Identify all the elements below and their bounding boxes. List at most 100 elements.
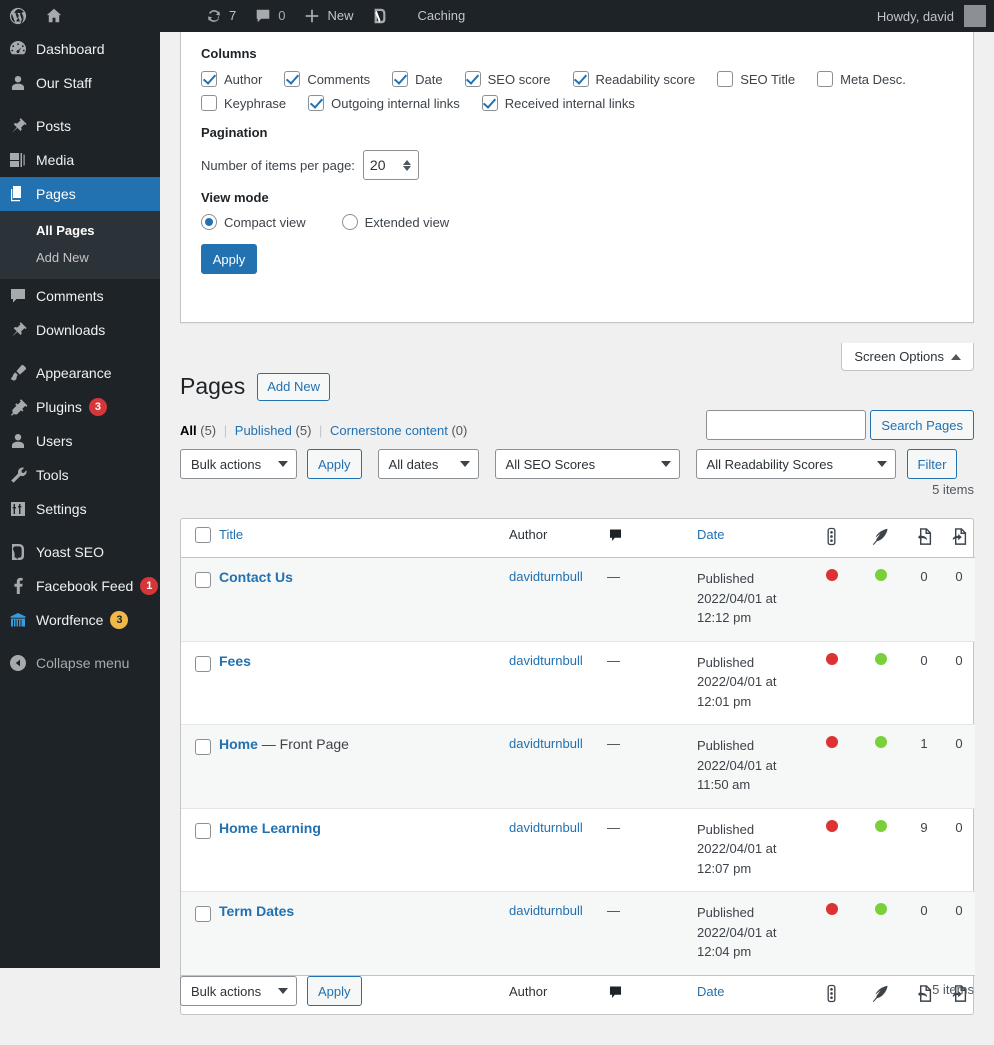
sidebar-item-pages[interactable]: Pages — [0, 177, 160, 211]
stepper-up-icon[interactable] — [403, 160, 411, 165]
sidebar-item-our-staff[interactable]: Our Staff — [0, 66, 160, 100]
view-link-all[interactable]: All — [180, 423, 197, 438]
search-pages-button[interactable]: Search Pages — [870, 410, 974, 440]
sidebar-item-comments[interactable]: Comments — [0, 279, 160, 313]
new-content-menu[interactable]: New — [294, 0, 362, 32]
wordpress-logo-menu[interactable] — [0, 0, 36, 32]
checkbox-meta-desc[interactable] — [817, 71, 833, 87]
column-header-outgoing-links[interactable] — [905, 519, 943, 558]
sidebar-item-downloads[interactable]: Downloads — [0, 313, 160, 347]
stepper-down-icon[interactable] — [403, 166, 411, 171]
view-mode-extended[interactable]: Extended view — [342, 214, 450, 230]
sidebar-item-posts[interactable]: Posts — [0, 109, 160, 143]
column-header-date[interactable]: Date — [697, 519, 807, 558]
column-toggle-meta-desc[interactable]: Meta Desc. — [817, 71, 906, 87]
add-new-button[interactable]: Add New — [257, 373, 330, 401]
page-title-link[interactable]: Term Dates — [219, 903, 294, 919]
author-link[interactable]: davidturnbull — [509, 736, 583, 751]
caching-menu[interactable]: Caching — [408, 0, 474, 32]
column-toggle-readability-score[interactable]: Readability score — [573, 71, 696, 87]
row-checkbox[interactable] — [195, 572, 211, 588]
filter-button[interactable]: Filter — [907, 449, 958, 479]
column-header-comments[interactable] — [607, 519, 697, 558]
row-checkbox[interactable] — [195, 656, 211, 672]
sidebar-item-media[interactable]: Media — [0, 143, 160, 177]
per-page-stepper[interactable] — [400, 160, 414, 171]
column-toggle-received-internal-links[interactable]: Received internal links — [482, 95, 635, 111]
author-link[interactable]: davidturnbull — [509, 903, 583, 918]
select-all-checkbox[interactable] — [195, 527, 211, 543]
sidebar-item-collapse-menu[interactable]: Collapse menu — [0, 646, 160, 680]
author-link[interactable]: davidturnbull — [509, 653, 583, 668]
updates-menu[interactable]: 7 — [196, 0, 245, 32]
checkbox-author[interactable] — [201, 71, 217, 87]
checkbox-date[interactable] — [392, 71, 408, 87]
sidebar-item-dashboard[interactable]: Dashboard — [0, 32, 160, 66]
sidebar-item-appearance[interactable]: Appearance — [0, 356, 160, 390]
comments-menu[interactable]: 0 — [245, 0, 294, 32]
column-header-seo-score[interactable] — [807, 519, 856, 558]
column-toggle-keyphrase[interactable]: Keyphrase — [201, 95, 286, 111]
view-link-cornerstone-content[interactable]: Cornerstone content — [330, 423, 448, 438]
sidebar-item-settings[interactable]: Settings — [0, 492, 160, 526]
sidebar-item-wordfence[interactable]: Wordfence 3 — [0, 603, 160, 637]
bulk-apply-button-bottom[interactable]: Apply — [307, 976, 362, 1006]
view-mode-compact[interactable]: Compact view — [201, 214, 306, 230]
column-toggle-seo-title[interactable]: SEO Title — [717, 71, 795, 87]
select-all-header[interactable] — [181, 519, 219, 558]
page-title-link[interactable]: Home — [219, 736, 258, 752]
author-link[interactable]: davidturnbull — [509, 569, 583, 584]
sidebar-item-yoast-seo[interactable]: Yoast SEO — [0, 535, 160, 569]
column-toggle-outgoing-internal-links[interactable]: Outgoing internal links — [308, 95, 460, 111]
sidebar-item-facebook-feed[interactable]: Facebook Feed 1 — [0, 569, 160, 603]
column-toggle-seo-score[interactable]: SEO score — [465, 71, 551, 87]
row-select-cell[interactable] — [181, 641, 219, 725]
radio-extended-view[interactable] — [342, 214, 358, 230]
site-name-menu[interactable] — [36, 0, 72, 32]
row-select-cell[interactable] — [181, 558, 219, 642]
row-checkbox[interactable] — [195, 906, 211, 922]
yoast-seo-menu[interactable] — [362, 0, 398, 32]
checkbox-keyphrase[interactable] — [201, 95, 217, 111]
outgoing-links-icon — [915, 527, 934, 546]
column-header-title[interactable]: Title — [219, 519, 509, 558]
row-select-cell[interactable] — [181, 808, 219, 892]
date-filter-select[interactable]: All dates — [378, 449, 479, 479]
column-toggle-author[interactable]: Author — [201, 71, 262, 87]
sidebar-subitem-all-pages[interactable]: All Pages — [0, 217, 160, 244]
checkbox-seo-title[interactable] — [717, 71, 733, 87]
search-input[interactable] — [706, 410, 866, 440]
sidebar-item-tools[interactable]: Tools — [0, 458, 160, 492]
radio-compact-view[interactable] — [201, 214, 217, 230]
per-page-input[interactable]: 20 — [363, 150, 419, 180]
checkbox-received-internal-links[interactable] — [482, 95, 498, 111]
column-header-incoming-links[interactable] — [943, 519, 975, 558]
row-select-cell[interactable] — [181, 725, 219, 809]
row-select-cell[interactable] — [181, 892, 219, 976]
column-toggle-date[interactable]: Date — [392, 71, 442, 87]
screen-options-tab[interactable]: Screen Options — [841, 343, 974, 371]
screen-options-apply-button[interactable]: Apply — [201, 244, 257, 274]
sidebar-subitem-add-new[interactable]: Add New — [0, 244, 160, 271]
column-header-readability-score[interactable] — [856, 519, 905, 558]
bulk-actions-select-bottom[interactable]: Bulk actions — [180, 976, 297, 1006]
bulk-actions-select-top[interactable]: Bulk actions — [180, 449, 297, 479]
checkbox-outgoing-internal-links[interactable] — [308, 95, 324, 111]
author-link[interactable]: davidturnbull — [509, 820, 583, 835]
sidebar-item-users[interactable]: Users — [0, 424, 160, 458]
checkbox-comments[interactable] — [284, 71, 300, 87]
sidebar-item-plugins[interactable]: Plugins 3 — [0, 390, 160, 424]
row-checkbox[interactable] — [195, 739, 211, 755]
my-account-menu[interactable]: Howdy, david — [877, 0, 994, 32]
page-title-link[interactable]: Contact Us — [219, 569, 293, 585]
page-title-link[interactable]: Home Learning — [219, 820, 321, 836]
view-link-published[interactable]: Published — [235, 423, 292, 438]
checkbox-seo-score[interactable] — [465, 71, 481, 87]
checkbox-readability-score[interactable] — [573, 71, 589, 87]
readability-score-filter-select[interactable]: All Readability Scores — [696, 449, 896, 479]
page-title-link[interactable]: Fees — [219, 653, 251, 669]
row-checkbox[interactable] — [195, 823, 211, 839]
bulk-apply-button-top[interactable]: Apply — [307, 449, 362, 479]
seo-score-filter-select[interactable]: All SEO Scores — [495, 449, 680, 479]
column-toggle-comments[interactable]: Comments — [284, 71, 370, 87]
